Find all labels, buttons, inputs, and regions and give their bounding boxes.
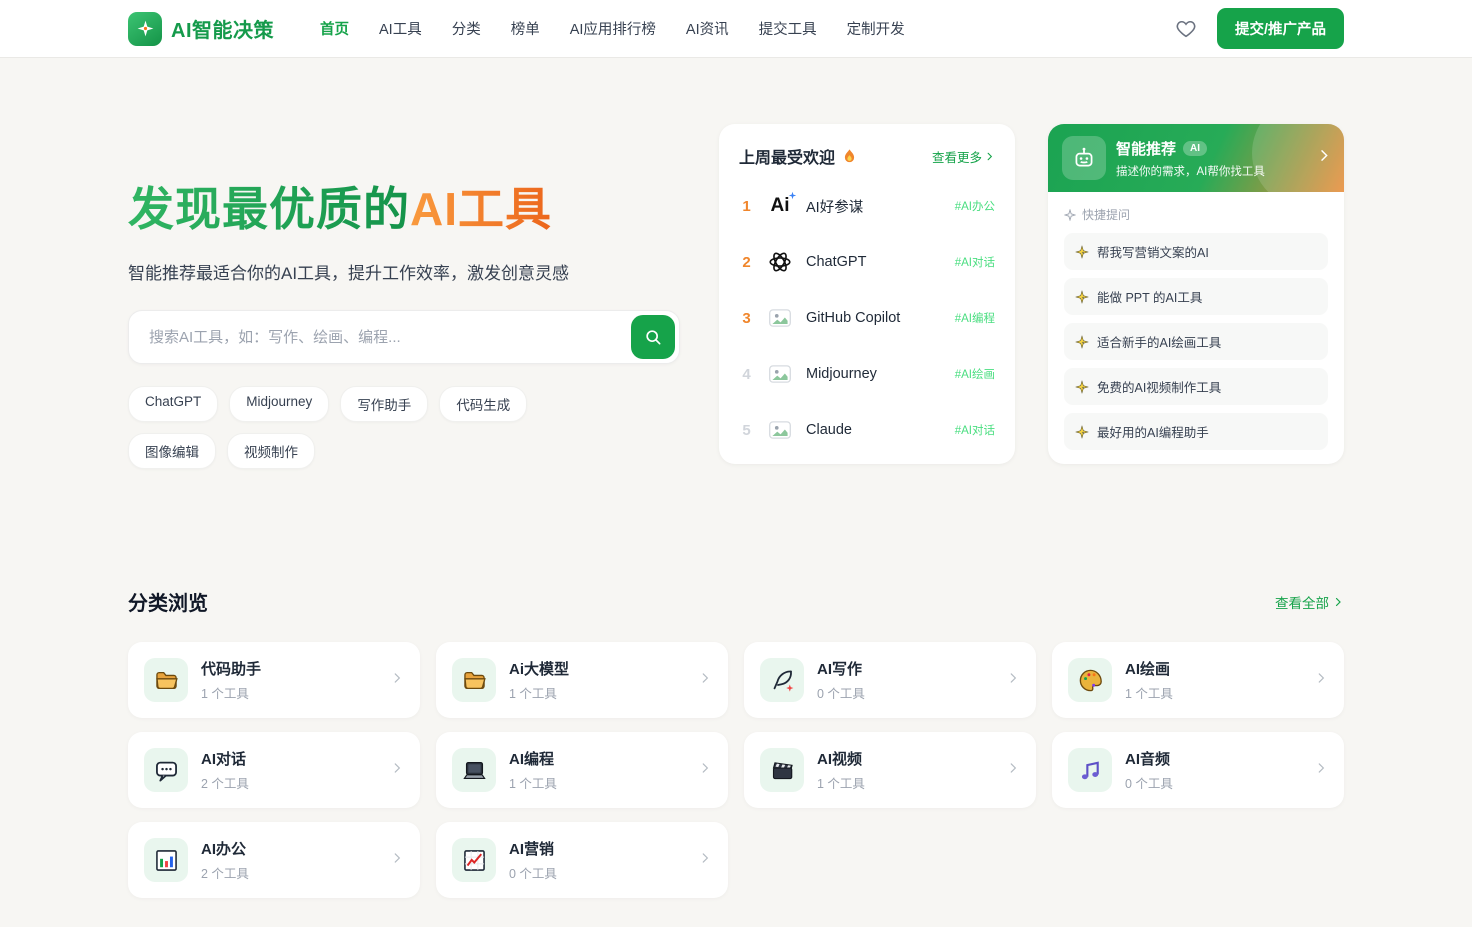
quick-question-4[interactable]: 免费的AI视频制作工具: [1064, 368, 1328, 405]
music-note-icon: [1068, 748, 1112, 793]
search-bar: [128, 310, 680, 365]
hero-subtitle: 智能推荐最适合你的AI工具，提升工作效率，激发创意灵感: [128, 264, 570, 284]
brand-name: AI智能决策: [171, 20, 274, 42]
heart-icon[interactable]: [1173, 16, 1199, 42]
flame-icon: [844, 148, 855, 162]
quick-questions-label: 快捷提问: [1064, 206, 1328, 223]
category-card-ai-office[interactable]: AI办公 2 个工具: [128, 822, 420, 899]
title-green-part: 发现最优质的: [128, 183, 410, 235]
chevron-right-icon: [987, 152, 993, 160]
image-placeholder-icon: [764, 359, 796, 389]
openai-logo: [764, 247, 796, 277]
nav-item-categories[interactable]: 分类: [452, 18, 481, 39]
popular-item-4[interactable]: 4 Midjourney #AI绘画: [739, 346, 995, 402]
laptop-icon: [452, 748, 496, 793]
category-card-ai-llm[interactable]: Ai大模型 1 个工具: [436, 642, 728, 719]
nav-item-app-leaderboard[interactable]: AI应用排行榜: [570, 18, 656, 39]
page-title: 发现最优质的AI工具: [128, 182, 686, 237]
feather-icon: [760, 658, 804, 703]
nav-item-ai-tools[interactable]: AI工具: [379, 18, 422, 39]
view-all-link[interactable]: 查看全部: [1275, 592, 1344, 612]
tag-code-generation[interactable]: 代码生成: [439, 386, 528, 423]
quick-question-2[interactable]: 能做 PPT 的AI工具: [1064, 278, 1328, 315]
folder-icon: [144, 658, 188, 703]
sparkles-icon: [1075, 289, 1089, 304]
chat-bubble-icon: [144, 748, 188, 793]
sparkles-icon: [1075, 424, 1089, 439]
chevron-right-icon: [1335, 597, 1341, 606]
quick-question-5[interactable]: 最好用的AI编程助手: [1064, 413, 1328, 450]
quick-question-1[interactable]: 帮我写营销文案的AI: [1064, 233, 1328, 270]
popular-item-2[interactable]: 2 ChatGPT #AI对话: [739, 234, 995, 290]
categories-section: 分类浏览 查看全部 代码助手 1 个工具 Ai大模型 1 个工具 AI写作 0 …: [128, 587, 1344, 899]
category-card-ai-chat[interactable]: AI对话 2 个工具: [128, 732, 420, 809]
nav-item-submit-tool[interactable]: 提交工具: [759, 18, 817, 39]
chevron-right-icon: [1006, 761, 1020, 780]
category-card-ai-writing[interactable]: AI写作 0 个工具: [744, 642, 1036, 719]
chevron-right-icon: [390, 851, 404, 870]
category-card-ai-video[interactable]: AI视频 1 个工具: [744, 732, 1036, 809]
search-icon: [646, 330, 661, 345]
smart-recommend-banner[interactable]: 智能推荐 AI 描述你的需求，AI帮你找工具: [1048, 124, 1344, 208]
popular-item-1[interactable]: 1 Ai AI好参谋 #AI办公: [739, 178, 995, 234]
sparkles-icon: [1075, 334, 1089, 349]
category-card-ai-audio[interactable]: AI音频 0 个工具: [1052, 732, 1344, 809]
category-card-ai-marketing[interactable]: AI营销 0 个工具: [436, 822, 728, 899]
title-orange-part: AI工具: [410, 183, 552, 235]
sparkles-icon: [1075, 379, 1089, 394]
folder-icon: [452, 658, 496, 703]
tag-image-editing[interactable]: 图像编辑: [128, 433, 216, 470]
nav-item-custom-dev[interactable]: 定制开发: [847, 18, 905, 39]
submit-promote-button[interactable]: 提交/推广产品: [1216, 8, 1344, 49]
recommend-subtitle: 描述你的需求，AI帮你找工具: [1116, 165, 1265, 178]
view-more-link[interactable]: 查看更多: [932, 147, 995, 166]
nav-item-ai-news[interactable]: AI资讯: [686, 18, 729, 39]
categories-title: 分类浏览: [128, 593, 208, 616]
chevron-right-icon: [390, 761, 404, 780]
hero-section: 发现最优质的AI工具 智能推荐最适合你的AI工具，提升工作效率，激发创意灵感 C…: [128, 124, 686, 470]
clapperboard-icon: [760, 748, 804, 793]
ai-badge: AI: [1183, 140, 1208, 156]
line-chart-icon: [452, 838, 496, 883]
popular-title: 上周最受欢迎: [739, 144, 858, 168]
image-placeholder-icon: [764, 303, 796, 333]
chevron-right-icon: [698, 851, 712, 870]
popular-item-3[interactable]: 3 GitHub Copilot #AI编程: [739, 290, 995, 346]
tag-video-production[interactable]: 视频制作: [227, 433, 315, 470]
compass-star-icon: [128, 11, 162, 46]
nav-links: 首页 AI工具 分类 榜单 AI应用排行榜 AI资讯 提交工具 定制开发: [320, 18, 905, 39]
tag-writing-assistant[interactable]: 写作助手: [340, 386, 429, 423]
sparkle-outline-icon: [1064, 208, 1076, 221]
hot-tags: ChatGPT Midjourney 写作助手 代码生成 图像编辑 视频制作: [128, 386, 608, 470]
search-input[interactable]: [128, 310, 680, 365]
chevron-right-icon: [698, 671, 712, 690]
chevron-right-icon: [1006, 671, 1020, 690]
popular-item-5[interactable]: 5 Claude #AI对话: [739, 402, 995, 458]
brand-logo[interactable]: AI智能决策: [128, 11, 274, 46]
palette-icon: [1068, 658, 1112, 703]
top-navbar: AI智能决策 首页 AI工具 分类 榜单 AI应用排行榜 AI资讯 提交工具 定…: [0, 0, 1472, 57]
tag-midjourney[interactable]: Midjourney: [229, 386, 330, 423]
category-card-ai-painting[interactable]: AI绘画 1 个工具: [1052, 642, 1344, 719]
chevron-right-icon: [1314, 671, 1328, 690]
tag-chatgpt[interactable]: ChatGPT: [128, 386, 219, 423]
recommend-title: 智能推荐: [1116, 140, 1177, 158]
nav-item-rankings[interactable]: 榜单: [511, 18, 540, 39]
robot-icon: [1062, 136, 1106, 180]
search-button[interactable]: [631, 315, 675, 360]
chevron-right-icon: [698, 761, 712, 780]
category-card-code-assistant[interactable]: 代码助手 1 个工具: [128, 642, 420, 719]
bar-chart-icon: [144, 838, 188, 883]
chevron-right-icon: [390, 671, 404, 690]
sparkles-icon: [1075, 244, 1089, 259]
popular-last-week-card: 上周最受欢迎 查看更多 1 Ai AI好参谋 #AI办公 2 ChatGPT #…: [719, 124, 1015, 464]
chevron-right-icon: [1314, 761, 1328, 780]
chevron-right-icon: [1316, 148, 1332, 169]
category-card-ai-coding[interactable]: AI编程 1 个工具: [436, 732, 728, 809]
image-placeholder-icon: [764, 415, 796, 445]
ai-text-logo: Ai: [764, 191, 796, 221]
nav-item-home[interactable]: 首页: [320, 18, 349, 39]
quick-question-3[interactable]: 适合新手的AI绘画工具: [1064, 323, 1328, 360]
smart-recommend-card: 智能推荐 AI 描述你的需求，AI帮你找工具 快捷提问 帮我写营销文案的AI 能…: [1048, 124, 1344, 464]
